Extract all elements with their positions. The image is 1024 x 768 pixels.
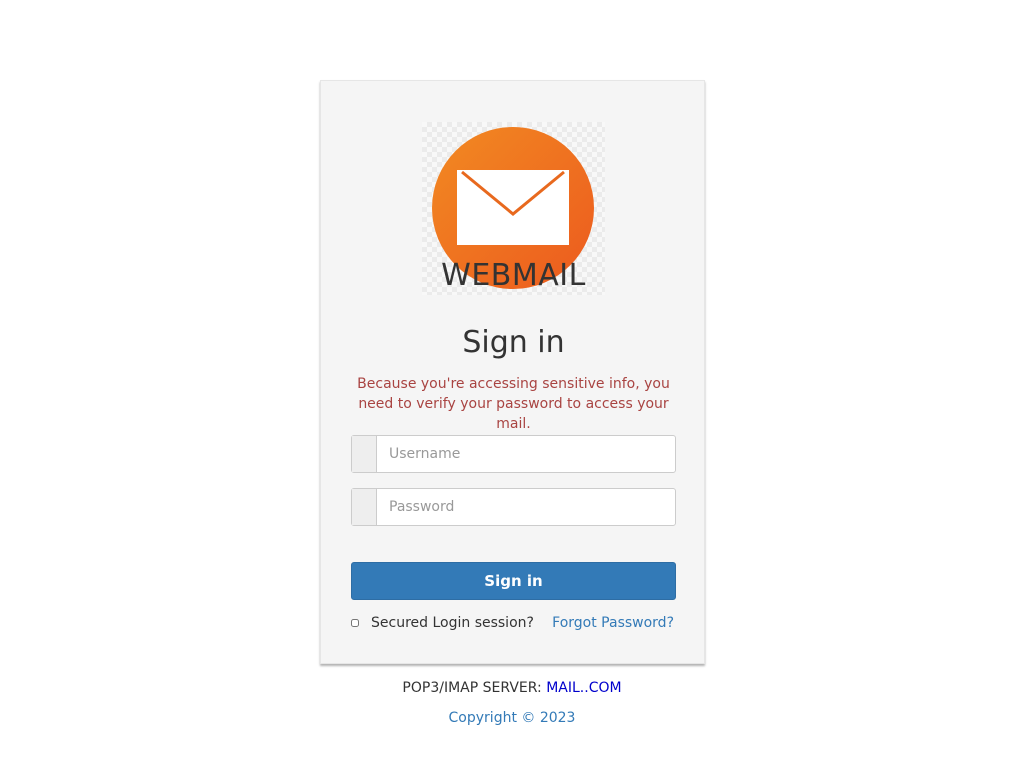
page-title: Sign in (462, 325, 565, 360)
sign-in-button[interactable]: Sign in (351, 562, 676, 600)
verification-warning: Because you're accessing sensitive info,… (357, 376, 670, 432)
copyright-text: Copyright © 2023 (448, 710, 576, 726)
lock-icon (352, 489, 377, 525)
password-input[interactable] (377, 489, 675, 525)
login-card: WEBMAIL Sign in Because you're accessing… (320, 80, 705, 664)
username-input[interactable] (377, 436, 675, 472)
forgot-password-link[interactable]: Forgot Password? (552, 613, 674, 633)
webmail-logo: WEBMAIL (422, 122, 605, 295)
user-icon (352, 436, 377, 472)
server-info: POP3/IMAP SERVER: MAIL..COM (0, 678, 1024, 698)
server-link[interactable]: MAIL..COM (546, 680, 621, 696)
logo-text: WEBMAIL (441, 258, 586, 293)
username-group (351, 435, 676, 473)
secure-session-row[interactable]: Secured Login session? (351, 613, 534, 633)
secure-session-label: Secured Login session? (371, 615, 534, 631)
server-label: POP3/IMAP SERVER: (402, 680, 542, 696)
password-group (351, 488, 676, 526)
secure-session-checkbox[interactable] (351, 619, 359, 627)
